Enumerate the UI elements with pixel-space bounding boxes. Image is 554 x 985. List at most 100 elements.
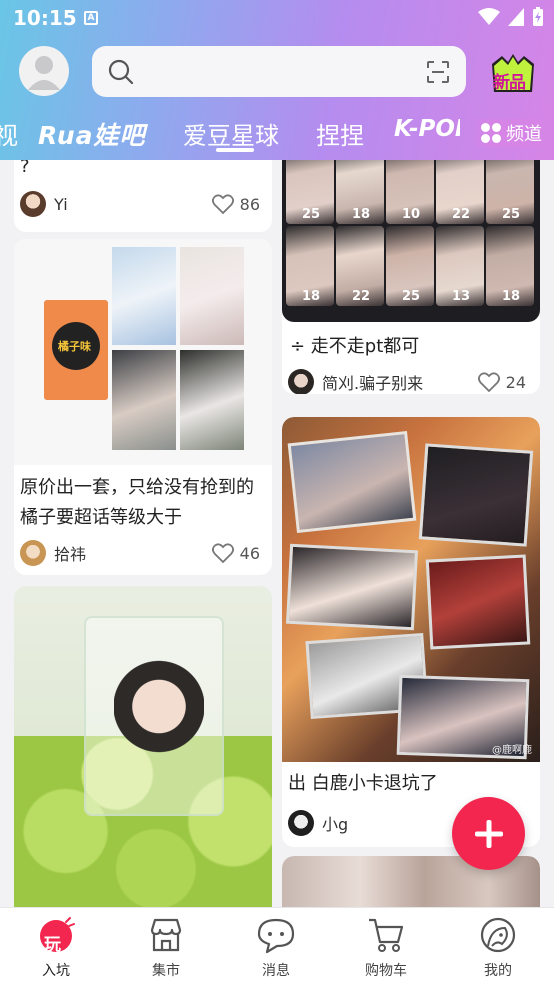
photo-card-b [418, 443, 534, 547]
search-bar[interactable] [92, 46, 466, 97]
photocard-item: 18 [486, 226, 534, 306]
post-title: 原价出一套，只给没有抢到的橘子要超话等级大于 [20, 477, 254, 528]
photocard-number: 25 [302, 207, 321, 222]
post-title: ÷ 走不走pt都可 [290, 336, 420, 357]
photocard-item: 10 [386, 160, 434, 224]
scan-icon[interactable] [426, 60, 450, 84]
nav-item-messages[interactable]: 消息 [236, 916, 316, 980]
post-image: 25 18 10 22 25 18 22 25 13 18 [282, 160, 540, 322]
post-image: 橘子味 [14, 239, 272, 465]
tab-idol-planet[interactable]: 爱豆星球 [183, 116, 279, 151]
signal-icon [508, 8, 524, 26]
album-text: 橘子味 [58, 340, 91, 353]
photo-card-1 [112, 247, 176, 345]
nav-label: 集市 [152, 963, 180, 979]
watermark: @鹿啊鹿 [492, 745, 532, 756]
post-feed: ? Yi 86 橘子味 原价出一套，只给没有抢到的橘子要超话等级大于 拾祎 46… [0, 160, 554, 907]
user-avatar-small[interactable] [20, 191, 46, 217]
photocard-number: 22 [452, 207, 471, 222]
plus-icon [474, 819, 503, 848]
app-notification-icon: A [84, 11, 98, 25]
status-time: 10:15 [13, 6, 77, 30]
user-avatar[interactable] [19, 46, 69, 96]
photo-card-2 [180, 247, 244, 345]
photo-card-a [287, 430, 417, 534]
user-name[interactable]: 小g [322, 811, 348, 835]
nav-item-market[interactable]: 集市 [126, 916, 206, 980]
photo-card-3 [112, 350, 176, 450]
search-icon [108, 59, 134, 85]
post-title: ? [20, 160, 30, 177]
heart-icon [211, 194, 234, 214]
post-meta: 拾祎 46 [20, 539, 260, 567]
like-button[interactable]: 86 [211, 194, 260, 214]
photocard-item: 22 [336, 226, 384, 306]
post-meta: Yi 86 [20, 190, 260, 218]
post-card[interactable]: 25 18 10 22 25 18 22 25 13 18 ÷ 走不走pt都可 简刈.骗子别来 2… [282, 160, 540, 394]
profile-icon [480, 917, 516, 953]
photocard-number: 18 [352, 207, 371, 222]
cart-icon [369, 918, 404, 952]
nav-item-cart[interactable]: 购物车 [346, 916, 426, 980]
wifi-icon [478, 8, 500, 25]
app-header: 10:15 A 新品 视 Rua娃吧 爱豆星球 捏捏 K-PO 频道 [0, 0, 554, 160]
tab-rua[interactable]: Rua娃吧 [38, 116, 146, 152]
channel-button[interactable]: 频道 [474, 119, 542, 147]
photocard-grid: 25 18 10 22 25 18 22 25 13 18 [286, 160, 536, 320]
photocard-number: 25 [502, 207, 521, 222]
tab-pinch[interactable]: 捏捏 [316, 116, 364, 151]
nav-label: 消息 [262, 963, 290, 979]
photocard-item: 25 [286, 160, 334, 224]
nav-item-home[interactable]: 玩 入坑 [16, 916, 96, 980]
photocard-number: 13 [452, 289, 471, 304]
user-name[interactable]: 拾祎 [54, 541, 86, 565]
new-badge-label: 新品 [493, 73, 526, 93]
user-name[interactable]: 简刈.骗子别来 [322, 370, 423, 394]
play-badge-text: 玩 [44, 935, 61, 955]
nav-label: 入坑 [42, 963, 70, 979]
chat-bubble-icon [257, 918, 295, 954]
user-avatar-small[interactable] [288, 810, 314, 836]
photocard-number: 18 [502, 289, 521, 304]
photocard-item: 18 [336, 160, 384, 224]
tab-kpop[interactable]: K-POP [394, 116, 460, 142]
heart-icon [211, 543, 234, 563]
nav-item-profile[interactable]: 我的 [458, 916, 538, 980]
like-button[interactable]: 24 [477, 372, 526, 392]
vinyl-disc: 橘子味 [52, 322, 100, 370]
battery-icon [533, 7, 543, 26]
store-icon [150, 918, 182, 952]
user-avatar-small[interactable] [20, 540, 46, 566]
heart-icon [477, 372, 500, 392]
status-icons [478, 7, 544, 27]
photo-card-4 [180, 350, 244, 450]
portrait [114, 646, 204, 756]
photocard-number: 25 [402, 289, 421, 304]
channel-grid-icon [481, 123, 501, 143]
like-button[interactable]: 46 [211, 543, 260, 563]
channel-label: 频道 [506, 124, 542, 145]
nav-label: 购物车 [365, 963, 407, 979]
post-card[interactable] [14, 586, 272, 907]
new-products-badge[interactable]: 新品 [488, 52, 538, 94]
photocard-item: 18 [286, 226, 334, 306]
category-tabs: 视 Rua娃吧 爱豆星球 捏捏 K-POP 频道 [0, 108, 554, 158]
photocard-number: 18 [302, 289, 321, 304]
post-card[interactable]: ? Yi 86 [14, 160, 272, 232]
post-title: 出 白鹿小卡退坑了 [288, 773, 438, 794]
photo-card-c [285, 543, 419, 631]
user-name[interactable]: Yi [54, 195, 68, 214]
photocard-item: 25 [386, 226, 434, 306]
tab-partial[interactable]: 视 [0, 116, 18, 151]
post-image: @鹿啊鹿 [282, 417, 540, 762]
post-card[interactable]: @鹿啊鹿 出 白鹿小卡退坑了 小g [282, 417, 540, 847]
create-post-button[interactable] [452, 797, 525, 870]
bottom-navigation: 玩 入坑 集市 消息 购物车 我的 [0, 907, 554, 985]
album-card: 橘子味 [44, 300, 108, 400]
photocard-item: 13 [436, 226, 484, 306]
post-card[interactable]: 橘子味 原价出一套，只给没有抢到的橘子要超话等级大于 拾祎 46 [14, 239, 272, 575]
user-avatar-small[interactable] [288, 369, 314, 394]
nav-label: 我的 [484, 963, 512, 979]
like-count: 24 [505, 372, 526, 392]
post-image [14, 586, 272, 907]
